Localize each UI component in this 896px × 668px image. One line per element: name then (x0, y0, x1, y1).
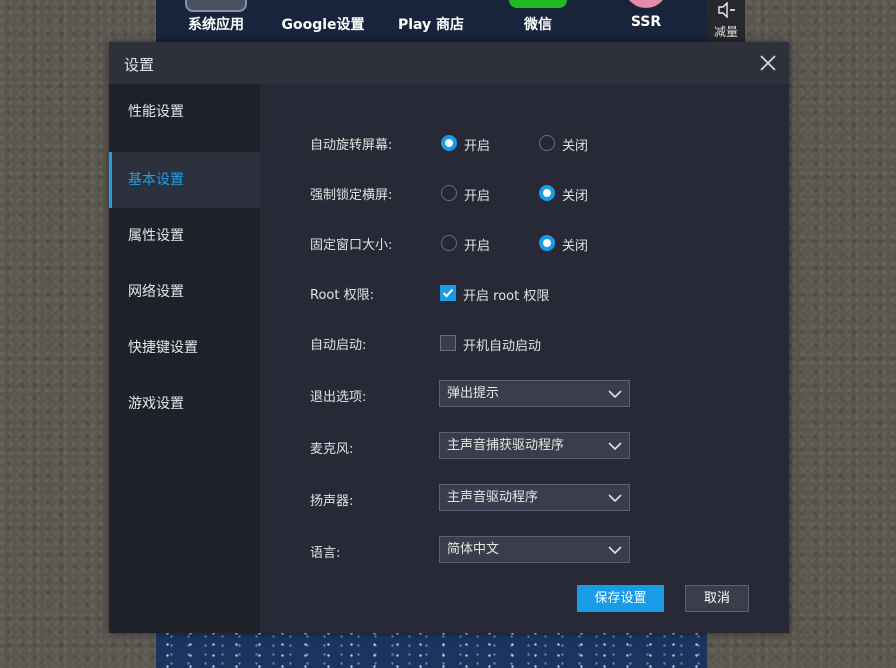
checkmark-icon (442, 288, 454, 298)
force-landscape-on-text: 开启 (464, 189, 491, 204)
chevron-down-icon (608, 546, 622, 555)
app-label: Google设置 (281, 17, 365, 33)
force-landscape-off-radio[interactable] (539, 185, 555, 201)
exit-option-value: 弹出提示 (447, 386, 500, 401)
wallpaper-stars (156, 628, 707, 668)
force-landscape-off-text: 关闭 (562, 189, 589, 204)
app-label: Play 商店 (397, 17, 465, 33)
volume-down-label: 减量 (713, 25, 738, 39)
language-select[interactable]: 简体中文 (439, 536, 630, 563)
settings-sidebar: 性能设置 基本设置 属性设置 网络设置 快捷键设置 游戏设置 (109, 84, 260, 633)
save-button[interactable]: 保存设置 (577, 585, 664, 612)
root-checkbox-text: 开启 root 权限 (463, 289, 550, 304)
fixed-window-off-radio[interactable] (539, 235, 555, 251)
nav-network[interactable]: 网络设置 (109, 264, 260, 320)
wechat-icon (509, 0, 567, 8)
fixed-window-label: 固定窗口大小: (310, 238, 393, 253)
nav-properties[interactable]: 属性设置 (109, 208, 260, 264)
chevron-down-icon (608, 390, 622, 399)
app-label: SSR (630, 14, 662, 30)
ssr-icon (624, 0, 668, 8)
dialog-titlebar: 设置 (109, 42, 789, 84)
fixed-window-on-radio[interactable] (441, 235, 457, 251)
play-store-icon (416, 0, 446, 8)
dialog-title: 设置 (124, 56, 155, 74)
microphone-value: 主声音捕获驱动程序 (447, 438, 565, 453)
autostart-checkbox[interactable] (440, 335, 456, 351)
autostart-label: 自动启动: (310, 338, 367, 353)
root-label: Root 权限: (310, 288, 374, 303)
fixed-window-on-text: 开启 (464, 239, 491, 254)
auto-rotate-off-radio[interactable] (539, 135, 555, 151)
language-label: 语言: (310, 546, 341, 561)
microphone-select[interactable]: 主声音捕获驱动程序 (439, 432, 630, 459)
settings-dialog: 设置 性能设置 基本设置 属性设置 网络设置 快捷键设置 游戏设置 自动旋转屏幕… (109, 42, 789, 633)
speaker-value: 主声音驱动程序 (447, 490, 539, 505)
root-checkbox[interactable] (440, 285, 456, 301)
close-icon (760, 55, 776, 71)
exit-option-select[interactable]: 弹出提示 (439, 380, 630, 407)
chevron-down-icon (608, 442, 622, 451)
google-settings-icon (314, 0, 332, 8)
nav-game[interactable]: 游戏设置 (109, 376, 260, 432)
app-label: 系统应用 (188, 17, 244, 33)
auto-rotate-label: 自动旋转屏幕: (310, 138, 393, 153)
app-label: 微信 (524, 17, 552, 33)
speaker-select[interactable]: 主声音驱动程序 (439, 484, 630, 511)
speaker-label: 扬声器: (310, 494, 354, 509)
auto-rotate-off-text: 关闭 (562, 139, 589, 154)
fixed-window-off-text: 关闭 (562, 239, 589, 254)
microphone-label: 麦克风: (310, 442, 354, 457)
auto-rotate-on-radio[interactable] (441, 135, 457, 151)
system-apps-icon (185, 0, 247, 12)
chevron-down-icon (608, 494, 622, 503)
auto-rotate-on-text: 开启 (464, 139, 491, 154)
nav-shortcuts[interactable]: 快捷键设置 (109, 320, 260, 376)
close-button[interactable] (757, 50, 779, 74)
app-icon-row: 系统应用 Google设置 Play 商店 微信 SSR (156, 0, 707, 40)
volume-down-button[interactable]: 减量 (707, 0, 745, 42)
nav-basic[interactable]: 基本设置 (109, 152, 260, 208)
nav-performance[interactable]: 性能设置 (109, 84, 260, 140)
autostart-checkbox-text: 开机自动启动 (463, 339, 542, 354)
language-value: 简体中文 (447, 542, 500, 557)
volume-down-icon (717, 1, 737, 22)
force-landscape-on-radio[interactable] (441, 185, 457, 201)
force-landscape-label: 强制锁定横屏: (310, 188, 393, 203)
exit-option-label: 退出选项: (310, 390, 367, 405)
cancel-button[interactable]: 取消 (685, 585, 749, 612)
